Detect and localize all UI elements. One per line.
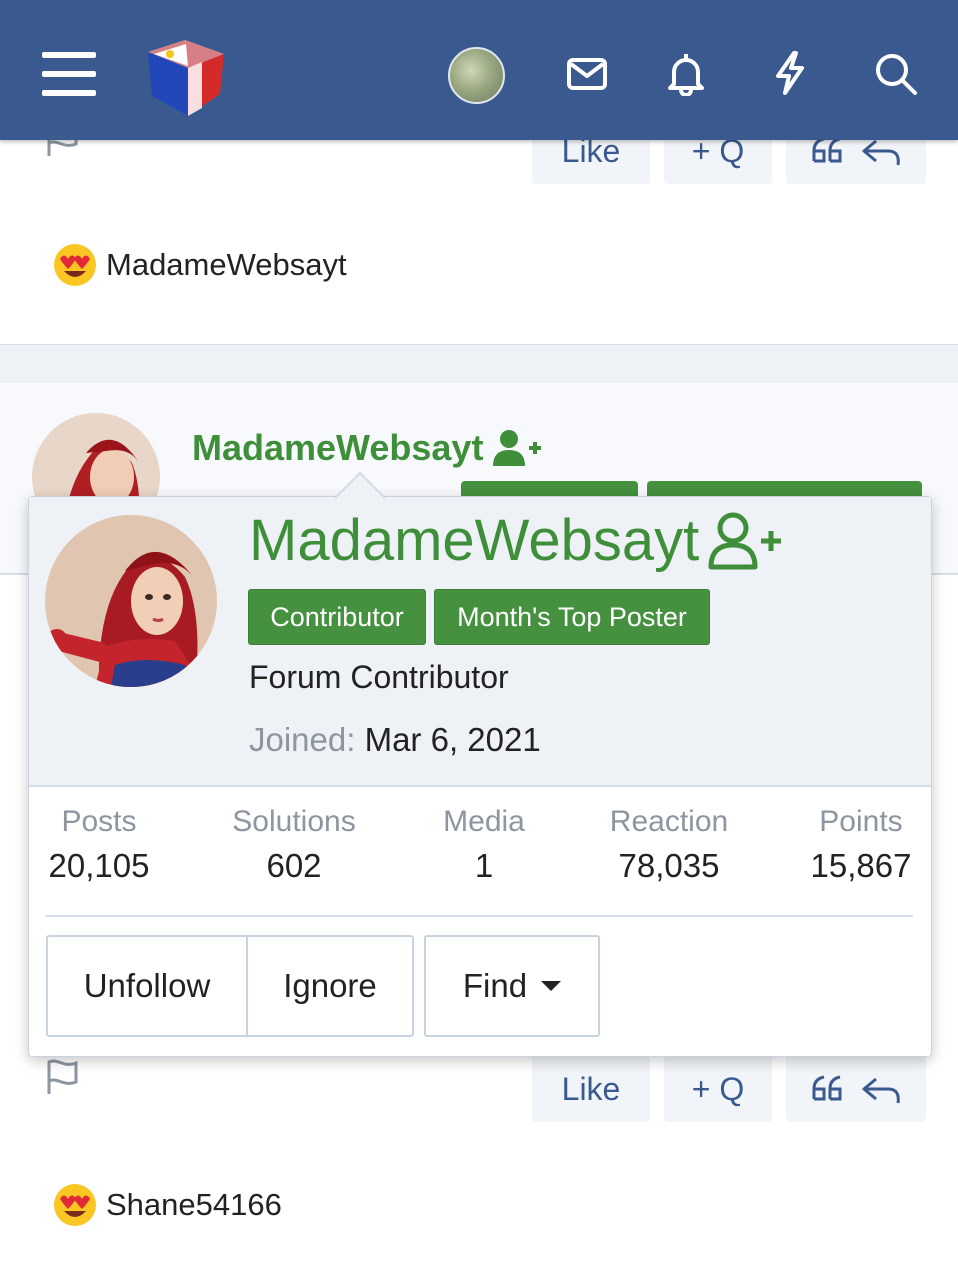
post-separator [0,344,958,384]
site-logo[interactable] [140,32,230,122]
quick-quote-label: + Q [691,1070,745,1107]
user-avatar[interactable] [448,47,505,104]
stat-value: 15,867 [810,847,912,884]
top-poster-badge: Month's Top Poster [434,589,710,645]
post-footer: Like + Q [0,1056,958,1122]
quote-reply-button[interactable] [786,1056,926,1122]
reaction-username[interactable]: MadameWebsayt [106,247,347,283]
stat-value: 1 [474,847,494,884]
stat-value: 78,035 [618,847,720,884]
member-tooltip-card: MadameWebsayt Contributor Month's Top Po… [28,496,932,1057]
contributor-badge: Contributor [248,589,426,645]
member-user-title: Forum Contributor [249,659,509,695]
stat-solutions[interactable]: Solutions 602 [219,803,369,891]
post-author-name-text[interactable]: MadameWebsayt [192,427,483,469]
report-flag-icon[interactable] [44,1058,82,1096]
joined-date: Mar 6, 2021 [364,721,541,758]
member-avatar[interactable] [45,515,217,687]
stat-points[interactable]: Points 15,867 [801,803,921,891]
heart-eyes-emoji-icon [54,244,96,286]
member-joined: Joined: Mar 6, 2021 [249,721,541,759]
find-button[interactable]: Find [424,935,600,1037]
top-navigation-bar [0,0,958,140]
quote-reply-icon [812,1075,900,1104]
quick-quote-button[interactable]: + Q [664,1056,772,1122]
mail-icon[interactable] [566,56,608,92]
member-card-header: MadameWebsayt Contributor Month's Top Po… [29,497,931,787]
search-icon[interactable] [874,52,918,96]
stat-label: Posts [61,805,137,838]
like-label: Like [561,1070,621,1107]
unfollow-button[interactable]: Unfollow [46,935,248,1037]
stat-value: 602 [266,847,322,884]
stat-media[interactable]: Media 1 [429,803,539,891]
like-button[interactable]: Like [532,1056,650,1122]
member-name[interactable]: MadameWebsayt [249,507,783,574]
caret-down-icon [541,981,562,991]
reaction-username[interactable]: Shane54166 [106,1187,282,1223]
popup-arrow-fill [336,474,384,498]
follow-user-icon [493,430,542,466]
stat-label: Points [819,805,903,838]
heart-eyes-emoji-icon [54,1184,96,1226]
follow-user-icon[interactable] [707,511,783,571]
stat-posts[interactable]: Posts 20,105 [45,803,153,891]
ignore-button[interactable]: Ignore [248,935,414,1037]
stat-label: Media [443,805,525,838]
member-name-text[interactable]: MadameWebsayt [249,507,699,574]
find-label: Find [462,967,528,1004]
stat-value: 20,105 [48,847,150,884]
menu-icon[interactable] [42,52,96,96]
member-stats: Posts 20,105 Solutions 602 Media 1 React… [29,803,931,903]
stat-label: Reaction [609,805,729,838]
bell-icon[interactable] [666,52,706,97]
reaction-summary[interactable]: MadameWebsayt [52,240,347,290]
stat-reaction[interactable]: Reaction 78,035 [597,803,741,891]
post-author-name[interactable]: MadameWebsayt [192,427,542,469]
divider [45,915,913,917]
lightning-icon[interactable] [772,50,808,96]
reaction-summary[interactable]: Shane54166 [52,1180,282,1230]
joined-label: Joined: [249,721,356,758]
stat-label: Solutions [232,805,356,838]
